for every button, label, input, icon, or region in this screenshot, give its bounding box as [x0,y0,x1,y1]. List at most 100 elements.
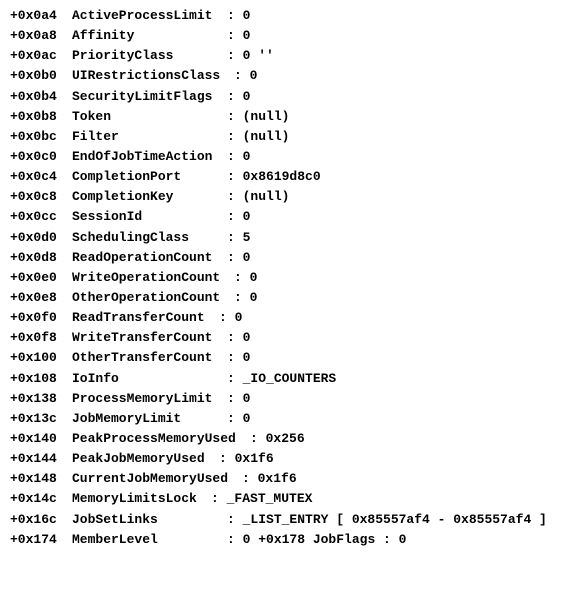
field-value: 0 [243,28,251,43]
field-value: 0 [250,290,258,305]
field-name: Affinity [72,26,227,46]
field-offset: +0x0a4 [10,6,72,26]
struct-field-row: +0x0d8ReadOperationCount: 0 [10,248,560,268]
field-offset: +0x0e8 [10,288,72,308]
field-offset: +0x100 [10,348,72,368]
field-offset: +0x108 [10,369,72,389]
field-offset: +0x0f8 [10,328,72,348]
struct-field-row: +0x0c4CompletionPort: 0x8619d8c0 [10,167,560,187]
field-value: 0x1f6 [258,471,297,486]
struct-field-row: +0x0bcFilter: (null) [10,127,560,147]
separator: : [227,350,243,365]
field-offset: +0x0b0 [10,66,72,86]
separator: : [234,68,250,83]
field-offset: +0x140 [10,429,72,449]
field-value: (null) [243,109,290,124]
field-offset: +0x0a8 [10,26,72,46]
struct-field-row: +0x174MemberLevel: 0 +0x178 JobFlags : 0 [10,530,560,550]
field-value: 0 [243,391,251,406]
field-value: 0 [243,8,251,23]
separator: : [227,129,243,144]
field-offset: +0x0d0 [10,228,72,248]
separator: : [227,250,243,265]
field-value: 0 [243,250,251,265]
separator: : [219,451,235,466]
field-name: PeakJobMemoryUsed [72,449,219,469]
field-extra: +0x178 JobFlags : 0 [250,532,406,547]
field-value: 0 [243,149,251,164]
struct-field-row: +0x140PeakProcessMemoryUsed: 0x256 [10,429,560,449]
field-value: (null) [243,129,290,144]
struct-field-row: +0x16cJobSetLinks: _LIST_ENTRY [ 0x85557… [10,510,560,530]
field-value: 5 [243,230,251,245]
field-offset: +0x0b8 [10,107,72,127]
struct-field-row: +0x0b4SecurityLimitFlags: 0 [10,87,560,107]
separator: : [227,209,243,224]
struct-field-row: +0x100OtherTransferCount: 0 [10,348,560,368]
field-value: 0 [243,411,251,426]
field-offset: +0x148 [10,469,72,489]
separator: : [227,169,243,184]
struct-field-row: +0x0d0SchedulingClass: 5 [10,228,560,248]
field-offset: +0x0ac [10,46,72,66]
struct-field-row: +0x0c0EndOfJobTimeAction: 0 [10,147,560,167]
field-name: WriteTransferCount [72,328,227,348]
field-offset: +0x16c [10,510,72,530]
field-value: 0 [235,310,243,325]
struct-field-row: +0x0a4ActiveProcessLimit: 0 [10,6,560,26]
field-name: Filter [72,127,227,147]
field-value: 0 [250,68,258,83]
field-value: 0x256 [266,431,305,446]
field-value: _IO_COUNTERS [243,371,337,386]
field-value: _LIST_ENTRY [ 0x85557af4 - 0x85557af4 ] [243,512,547,527]
field-name: ProcessMemoryLimit [72,389,227,409]
field-value: 0x1f6 [235,451,274,466]
field-offset: +0x0c4 [10,167,72,187]
struct-field-row: +0x13cJobMemoryLimit: 0 [10,409,560,429]
field-name: MemoryLimitsLock [72,489,211,509]
field-name: EndOfJobTimeAction [72,147,227,167]
struct-field-row: +0x0a8Affinity: 0 [10,26,560,46]
field-value: 0 [243,350,251,365]
separator: : [227,230,243,245]
field-value: 0 [250,270,258,285]
field-name: PriorityClass [72,46,227,66]
separator: : [227,109,243,124]
struct-field-row: +0x0f0ReadTransferCount: 0 [10,308,560,328]
separator: : [227,391,243,406]
struct-field-row: +0x144PeakJobMemoryUsed: 0x1f6 [10,449,560,469]
struct-field-row: +0x0ccSessionId: 0 [10,207,560,227]
field-offset: +0x138 [10,389,72,409]
field-name: WriteOperationCount [72,268,234,288]
struct-field-row: +0x0f8WriteTransferCount: 0 [10,328,560,348]
field-name: SecurityLimitFlags [72,87,227,107]
field-name: PeakProcessMemoryUsed [72,429,250,449]
field-offset: +0x0d8 [10,248,72,268]
field-name: CompletionPort [72,167,227,187]
struct-field-row: +0x0b0UIRestrictionsClass: 0 [10,66,560,86]
separator: : [227,28,243,43]
separator: : [219,310,235,325]
field-name: SchedulingClass [72,228,227,248]
field-offset: +0x0b4 [10,87,72,107]
field-offset: +0x0f0 [10,308,72,328]
field-value: 0 '' [243,48,274,63]
field-name: CompletionKey [72,187,227,207]
separator: : [227,8,243,23]
field-name: OtherTransferCount [72,348,227,368]
field-offset: +0x174 [10,530,72,550]
field-name: ReadOperationCount [72,248,227,268]
separator: : [242,471,258,486]
field-value: 0 [243,330,251,345]
field-name: SessionId [72,207,227,227]
field-name: JobSetLinks [72,510,227,530]
struct-field-row: +0x148CurrentJobMemoryUsed: 0x1f6 [10,469,560,489]
separator: : [227,48,243,63]
separator: : [227,512,243,527]
field-value: 0x8619d8c0 [243,169,321,184]
struct-field-row: +0x14cMemoryLimitsLock: _FAST_MUTEX [10,489,560,509]
separator: : [227,532,243,547]
separator: : [234,270,250,285]
field-name: ReadTransferCount [72,308,219,328]
field-value: 0 [243,209,251,224]
